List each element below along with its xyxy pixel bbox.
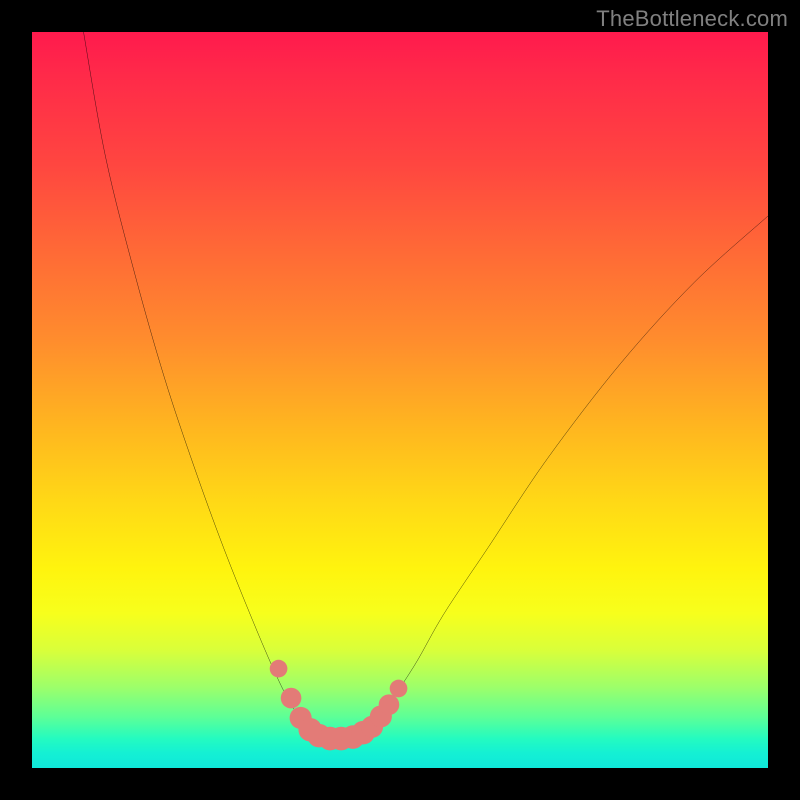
chart-frame: TheBottleneck.com	[0, 0, 800, 800]
bottleneck-curve-path	[84, 32, 768, 739]
marker-dot	[281, 688, 302, 709]
marker-dot	[390, 680, 408, 698]
marker-dot	[379, 694, 400, 715]
marker-dot	[270, 660, 288, 678]
plot-area	[32, 32, 768, 768]
curve-svg	[32, 32, 768, 768]
sweet-spot-markers	[270, 660, 408, 751]
watermark-label: TheBottleneck.com	[596, 6, 788, 32]
